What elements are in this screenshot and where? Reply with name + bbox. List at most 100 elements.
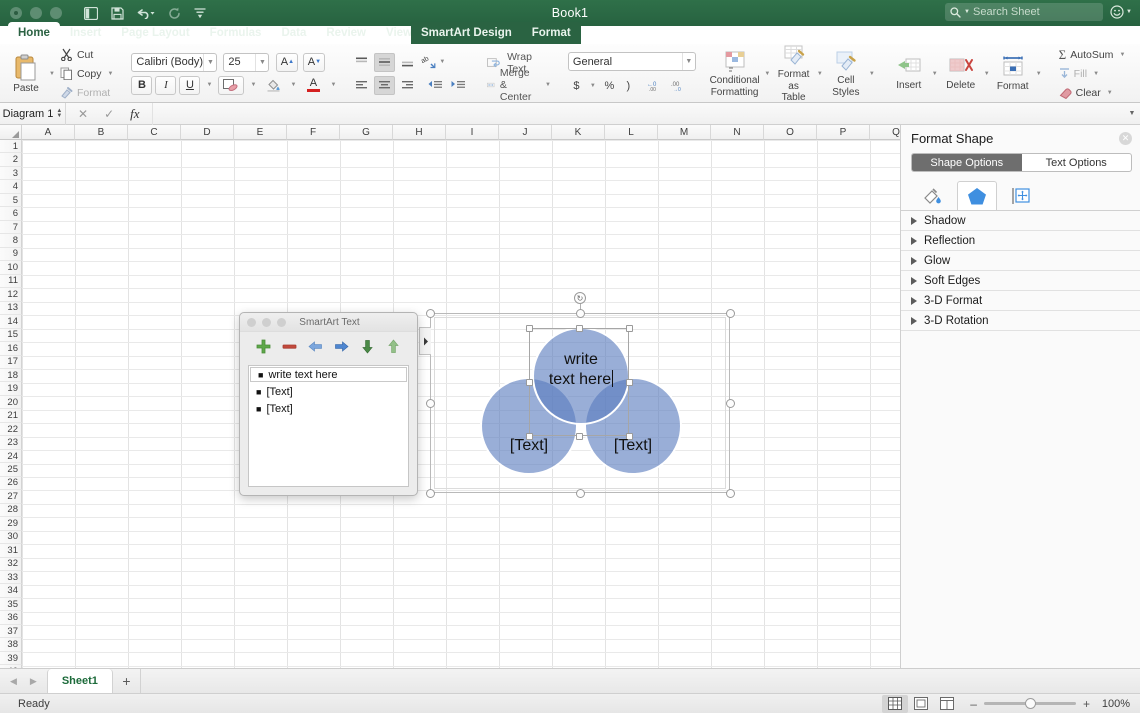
delete-dropdown-arrow[interactable]: ▼ [982,71,992,77]
font-family-arrow[interactable]: ▼ [203,53,216,71]
name-box-stepper[interactable]: ▲ ▼ [56,108,62,119]
formula-input[interactable] [153,103,1124,125]
smartart-text-line-1[interactable]: ■ write text here [250,367,407,382]
effects-tab[interactable] [957,181,997,210]
section-glow[interactable]: Glow [901,251,1140,271]
row-header-25[interactable]: 25 [0,463,22,477]
italic-button[interactable]: I [155,75,177,95]
insert-dropdown-arrow[interactable]: ▼ [930,71,940,77]
column-header-N[interactable]: N [711,125,764,140]
ribbon-tabs[interactable]: Home Insert Page Layout Formulas Data Re… [0,22,1140,44]
column-header-F[interactable]: F [287,125,340,140]
fill-color-dropdown-arrow[interactable]: ▼ [287,76,299,95]
bold-button[interactable]: B [131,75,153,95]
align-right-button[interactable] [397,76,418,95]
format-shape-panel[interactable]: Format Shape ✕ Shape Options Text Option… [900,125,1140,668]
row-header-22[interactable]: 22 [0,422,22,437]
borders-button[interactable] [218,75,245,95]
autosum-button[interactable]: Σ AutoSum ▼ [1056,47,1131,63]
paste-button[interactable]: Paste [5,54,47,94]
row-header-28[interactable]: 28 [0,503,22,518]
zoom-slider-knob[interactable] [1024,698,1036,709]
row-header-18[interactable]: 18 [0,368,22,383]
row-header-37[interactable]: 37 [0,624,22,639]
sheet-tab-bar[interactable]: ◀ ▶ Sheet1 + [0,668,1140,694]
section-3d-rotation[interactable]: 3-D Rotation [901,311,1140,331]
zoom-out-button[interactable]: – [970,697,977,711]
shape-handle-n[interactable] [576,325,583,332]
row-header-6[interactable]: 6 [0,207,22,221]
font-color-button[interactable]: A [302,76,324,95]
row-header-17[interactable]: 17 [0,355,22,369]
column-header-I[interactable]: I [446,125,499,140]
shape-handle-ne[interactable] [626,325,633,332]
format-cells-button[interactable]: Format [992,56,1034,92]
merge-center-dropdown-arrow[interactable]: ▼ [543,82,553,88]
close-icon[interactable]: ✕ [1119,131,1132,145]
align-bottom-button[interactable] [397,53,418,72]
decrease-decimal-button[interactable]: .00 →0 [669,76,691,95]
smartart-text-line-2[interactable]: ■ [Text] [249,383,408,400]
format-shape-icon-tabs[interactable] [901,181,1140,211]
sheet-tab-sheet1[interactable]: Sheet1 [46,668,113,694]
column-header-G[interactable]: G [340,125,393,140]
tab-home[interactable]: Home [8,22,60,44]
confirm-icon[interactable]: ✓ [104,107,114,121]
tab-page-layout[interactable]: Page Layout [111,22,199,44]
normal-view-button[interactable] [882,694,909,713]
underline-dropdown-arrow[interactable]: ▼ [203,76,215,95]
format-shape-segmented-control[interactable]: Shape Options Text Options [911,153,1132,172]
section-3d-format[interactable]: 3-D Format [901,291,1140,311]
number-format-arrow[interactable]: ▼ [681,53,695,70]
clear-button[interactable]: Clear ▼ [1056,85,1131,101]
smartart-graphic[interactable]: ↻ write text here [Text] [Text] [419,292,735,498]
sheet-nav-arrows[interactable]: ◀ ▶ [0,676,47,687]
select-all-corner[interactable] [0,125,22,140]
borders-dropdown-arrow[interactable]: ▼ [247,76,259,95]
demote-button[interactable] [334,339,349,357]
section-shadow[interactable]: Shadow [901,211,1140,231]
row-header-7[interactable]: 7 [0,220,22,235]
add-sheet-button[interactable]: + [113,668,141,694]
collapse-ribbon-icon[interactable]: ^ [1126,30,1132,41]
tab-data[interactable]: Data [271,22,316,44]
shape-options-tab[interactable]: Shape Options [912,154,1022,171]
number-format-select[interactable]: General ▼ [567,52,696,71]
align-middle-button[interactable] [374,52,396,72]
column-header-O[interactable]: O [764,125,817,140]
section-soft-edges[interactable]: Soft Edges [901,271,1140,291]
tab-review[interactable]: Review [316,22,376,44]
align-left-button[interactable] [351,76,372,95]
row-headers[interactable]: 1 2 3 4 5 6 7 8 9 10 11 12 13 14 15 16 17 18 19 20 21 22 23 24 2… [0,140,22,668]
font-color-dropdown-arrow[interactable]: ▼ [327,76,339,95]
column-headers[interactable]: ABCDEFGHIJKLMNOPQ [0,125,900,140]
row-header-16[interactable]: 16 [0,342,22,356]
row-header-34[interactable]: 34 [0,584,22,598]
venn-label-top[interactable]: write text here [531,350,631,390]
paste-dropdown-arrow[interactable]: ▼ [47,71,57,77]
underline-button[interactable]: U [179,75,201,95]
row-header-2[interactable]: 2 [0,153,22,167]
clear-dropdown-arrow[interactable]: ▼ [1105,90,1115,96]
fill-button[interactable]: Fill ▼ [1056,66,1131,82]
shape-handle-s[interactable] [576,433,583,440]
merge-center-button[interactable]: Merge & Center ▼ [484,67,555,103]
size-properties-tab[interactable] [1001,181,1041,210]
conditional-formatting-button[interactable]: Conditional Formatting [707,50,762,98]
move-down-button[interactable] [360,339,375,357]
tab-format[interactable]: Format [522,22,581,44]
row-header-31[interactable]: 31 [0,544,22,558]
name-box[interactable]: Diagram 1 ▲ ▼ [0,102,66,125]
fill-dropdown-arrow[interactable]: ▼ [1091,71,1101,77]
row-header-39[interactable]: 39 [0,651,22,666]
column-header-M[interactable]: M [658,125,711,140]
row-header-20[interactable]: 20 [0,395,22,410]
insert-cells-button[interactable]: Insert [888,57,930,91]
column-header-Q[interactable]: Q [870,125,900,140]
rotate-handle[interactable]: ↻ [574,292,586,304]
row-header-23[interactable]: 23 [0,436,22,450]
remove-shape-button[interactable] [282,339,297,357]
text-orientation-button[interactable]: ab ▼ [420,53,448,72]
venn-label-bottom-left[interactable]: [Text] [489,436,569,456]
text-pane-toggle-button[interactable] [419,327,431,355]
